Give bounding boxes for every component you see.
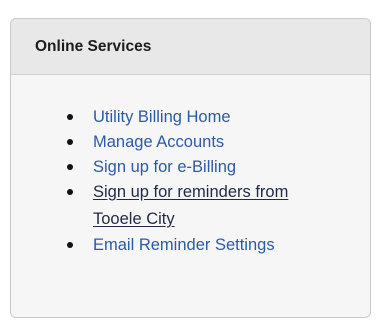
online-services-link-list: Utility Billing Home Manage Accounts Sig… [65,105,370,257]
bullet-icon [67,164,73,170]
panel-body: Utility Billing Home Manage Accounts Sig… [11,75,370,257]
list-item: Utility Billing Home [65,105,370,129]
manage-accounts-link[interactable]: Manage Accounts [93,133,224,151]
sign-up-reminders-link[interactable]: Sign up for reminders from Tooele City [93,180,370,231]
panel-title: Online Services [35,37,152,55]
sign-up-reminders-link-line-1: Sign up for reminders from [93,183,289,201]
list-item: Sign up for e-Billing [65,155,370,179]
list-item: Sign up for reminders from Tooele City [65,180,370,231]
utility-billing-home-link[interactable]: Utility Billing Home [93,108,231,126]
list-item: Manage Accounts [65,130,370,154]
sign-up-reminders-link-line-2: Tooele City [93,210,175,228]
list-item: Email Reminder Settings [65,233,370,257]
panel-header: Online Services [11,19,370,75]
bullet-icon [67,242,73,248]
bullet-icon [67,114,73,120]
sign-up-e-billing-link[interactable]: Sign up for e-Billing [93,158,236,176]
email-reminder-settings-link[interactable]: Email Reminder Settings [93,236,275,254]
bullet-icon [67,189,73,195]
online-services-panel: Online Services Utility Billing Home Man… [10,18,371,318]
bullet-icon [67,139,73,145]
